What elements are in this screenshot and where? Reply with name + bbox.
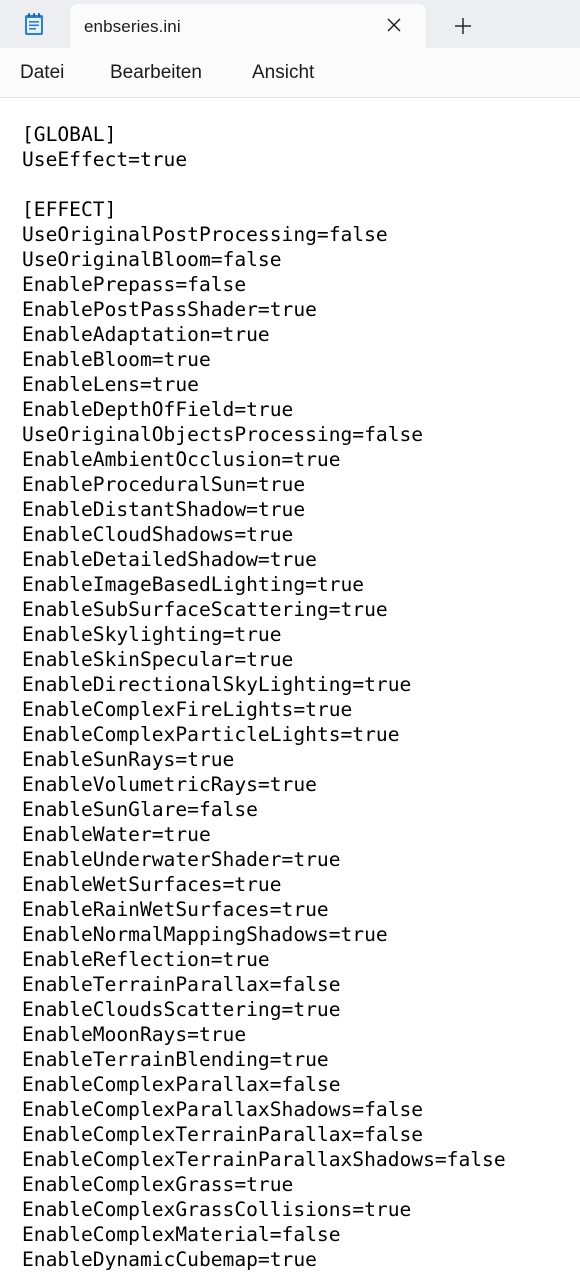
editor-line: UseEffect=true [22,148,188,171]
editor-line: EnableRainWetSurfaces=true [22,898,329,921]
editor-line: [EFFECT] [22,198,117,221]
editor-line: EnablePostPassShader=true [22,298,317,321]
editor-line: EnableSunGlare=false [22,798,258,821]
editor-line: EnableLens=true [22,373,199,396]
editor-line: EnableCloudShadows=true [22,523,294,546]
editor-line: [GLOBAL] [22,123,117,146]
menu-file[interactable]: Datei [20,62,64,84]
editor-line: EnableComplexTerrainParallaxShadows=fals… [22,1148,506,1171]
editor-line: EnableProceduralSun=true [22,473,306,496]
editor-line: EnableDynamicCubemap=true [22,1248,317,1271]
text-editor[interactable]: [GLOBAL] UseEffect=true [EFFECT] UseOrigina… [0,98,580,1282]
editor-line: EnableCloudsScattering=true [22,998,341,1021]
editor-line: EnableComplexGrassCollisions=true [22,1198,412,1221]
editor-line: EnableComplexParallaxShadows=false [22,1098,424,1121]
editor-line: EnableDistantShadow=true [22,498,306,521]
close-icon[interactable] [384,15,404,35]
menu-bar: Datei Bearbeiten Ansicht [0,48,580,98]
editor-line: UseOriginalObjectsProcessing=false [22,423,424,446]
editor-line: EnableDepthOfField=true [22,398,294,421]
title-bar: enbseries.ini [0,0,580,48]
editor-line: EnableTerrainParallax=false [22,973,341,996]
editor-line: EnableImageBasedLighting=true [22,573,365,596]
editor-line: EnableUnderwaterShader=true [22,848,341,871]
tab-title: enbseries.ini [84,17,181,36]
plus-icon[interactable] [452,15,474,37]
editor-content: [GLOBAL] UseEffect=true [EFFECT] UseOrigina… [22,122,506,1272]
editor-line: EnableComplexParallax=false [22,1073,341,1096]
editor-line: EnableComplexGrass=true [22,1173,294,1196]
editor-line: EnableTerrainBlending=true [22,1048,329,1071]
editor-line: EnableMoonRays=true [22,1023,247,1046]
editor-line: EnableAmbientOcclusion=true [22,448,341,471]
editor-line: EnableDirectionalSkyLighting=true [22,673,412,696]
editor-line: EnableComplexFireLights=true [22,698,353,721]
menu-view[interactable]: Ansicht [252,62,314,84]
notepad-icon [25,13,43,35]
editor-line: EnableSunRays=true [22,748,235,771]
tab-enbseries[interactable]: enbseries.ini [70,4,426,48]
editor-line: EnableComplexTerrainParallax=false [22,1123,424,1146]
editor-line: EnableSubSurfaceScattering=true [22,598,388,621]
editor-line: EnableReflection=true [22,948,270,971]
editor-line: EnableVolumetricRays=true [22,773,317,796]
editor-line: EnableSkinSpecular=true [22,648,294,671]
editor-line: EnableSkylighting=true [22,623,282,646]
editor-line: EnableBloom=true [22,348,211,371]
editor-line: EnablePrepass=false [22,273,247,296]
editor-line: EnableWetSurfaces=true [22,873,282,896]
editor-line: UseOriginalBloom=false [22,248,282,271]
editor-line [22,172,506,197]
editor-line: EnableComplexMaterial=false [22,1223,341,1246]
editor-line: EnableNormalMappingShadows=true [22,923,388,946]
editor-line: EnableWater=true [22,823,211,846]
editor-line: EnableDetailedShadow=true [22,548,317,571]
editor-line: EnableComplexParticleLights=true [22,723,400,746]
editor-line: UseOriginalPostProcessing=false [22,223,388,246]
menu-edit[interactable]: Bearbeiten [110,62,202,84]
editor-line: EnableAdaptation=true [22,323,270,346]
